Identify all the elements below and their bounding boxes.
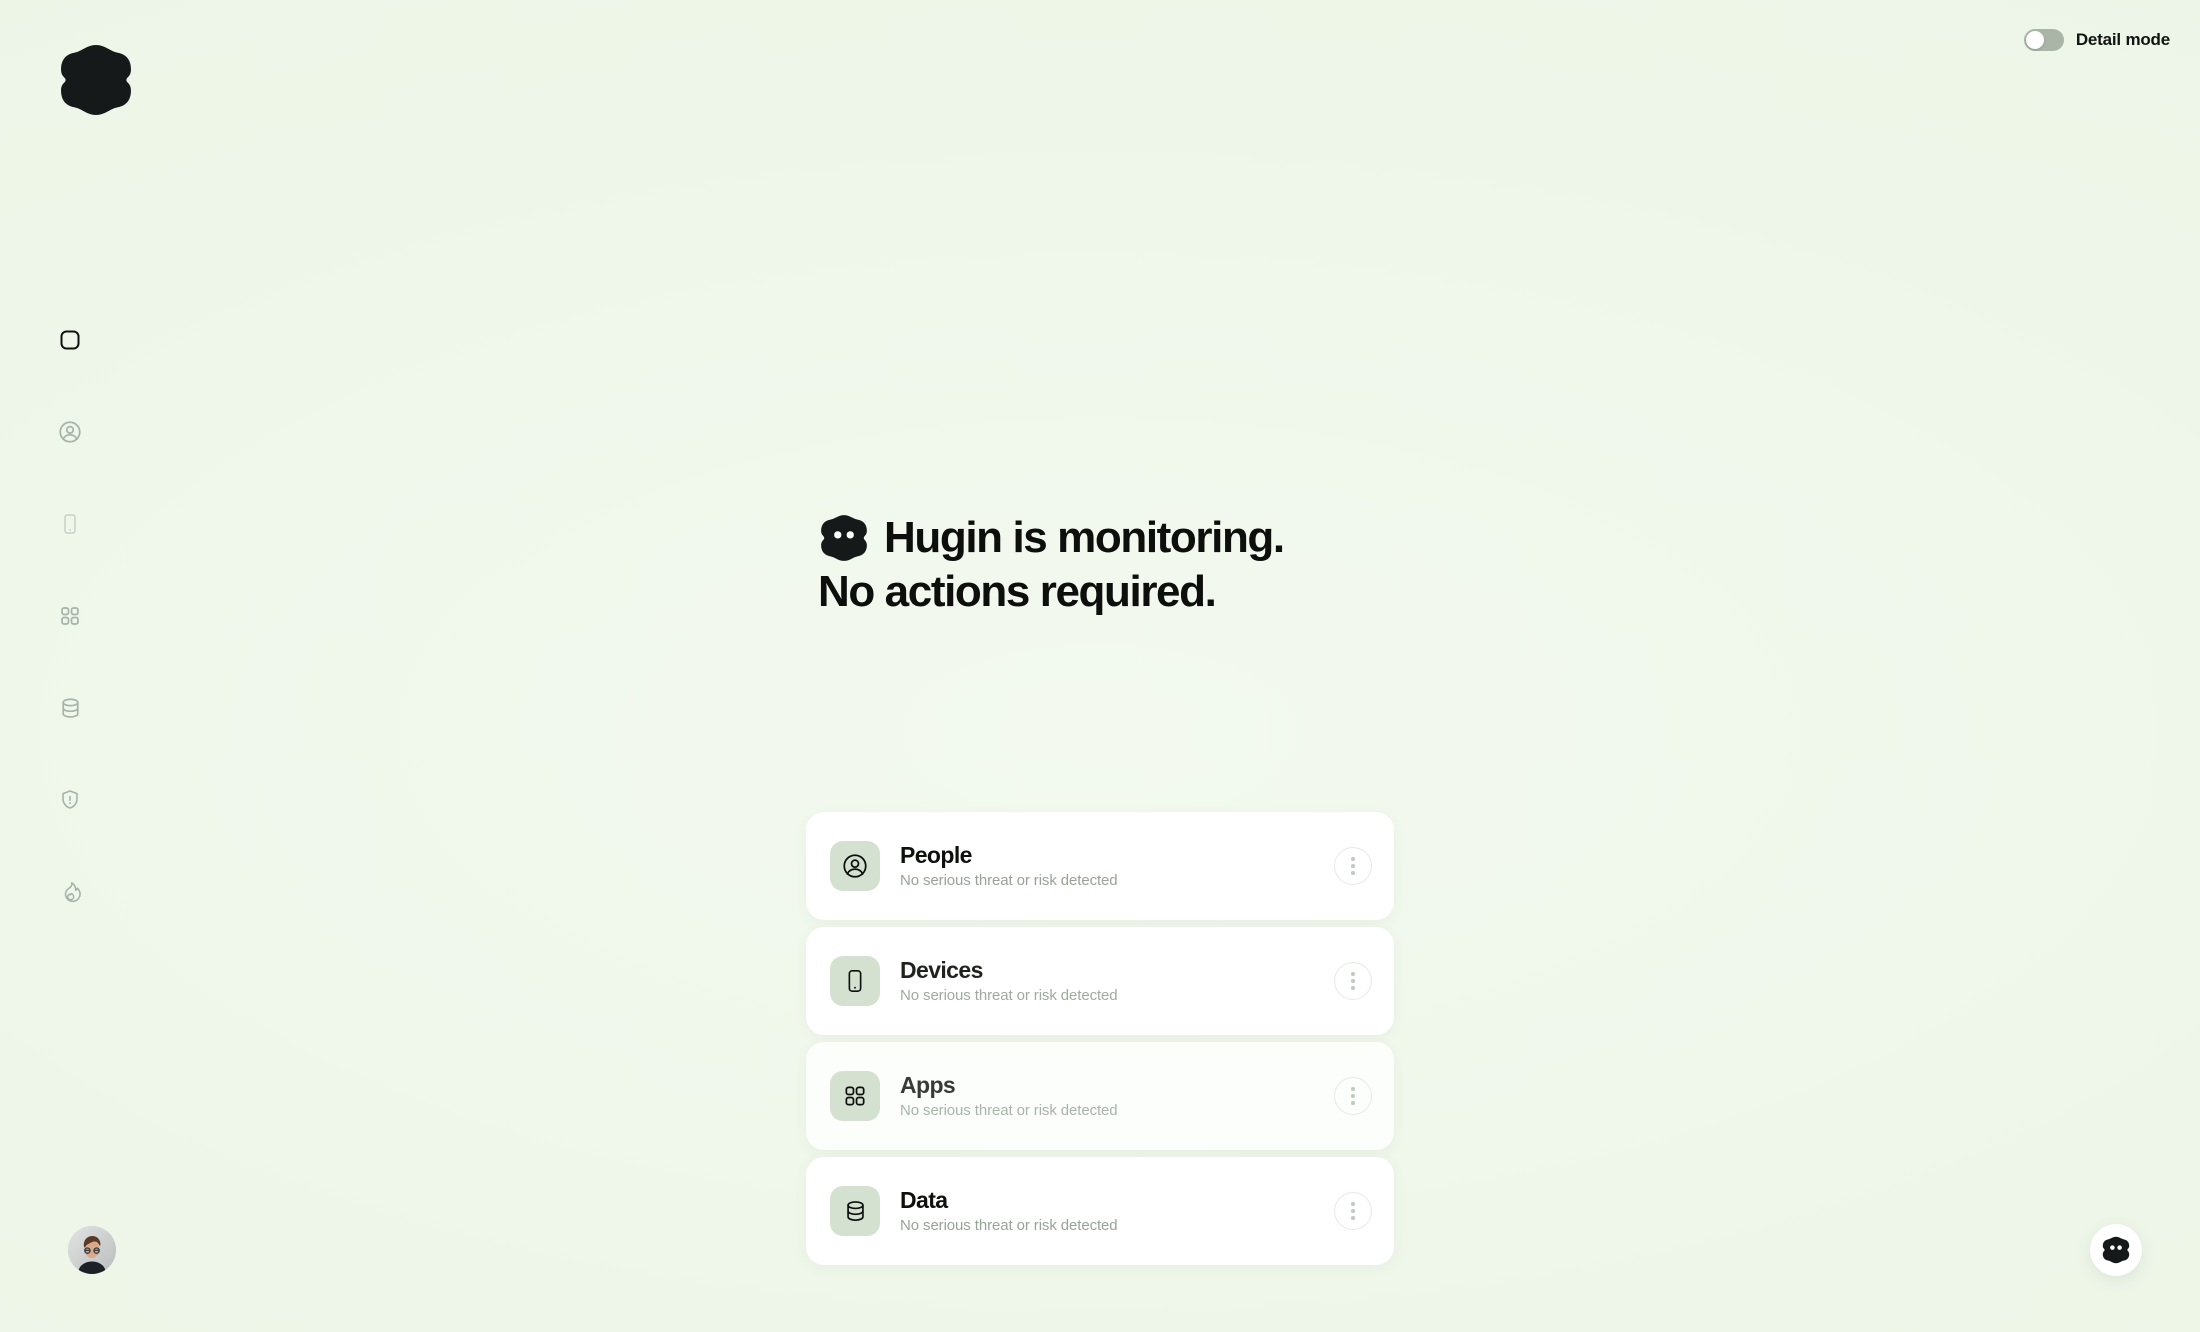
more-vertical-icon[interactable]	[1334, 962, 1372, 1000]
headline-line-2: No actions required.	[818, 567, 1217, 616]
page-title: Hugin is monitoring. No actions required…	[818, 512, 1578, 616]
chat-assistant-button[interactable]	[2090, 1224, 2142, 1276]
sidebar-item-people[interactable]	[48, 410, 92, 454]
card-title: Devices	[900, 957, 983, 984]
sidebar-item-apps[interactable]	[48, 594, 92, 638]
person-circle-icon	[57, 419, 83, 445]
sidebar-item-data[interactable]	[48, 686, 92, 730]
grid-apps-icon	[58, 604, 82, 628]
sidebar-item-devices[interactable]	[48, 502, 92, 546]
status-card-devices[interactable]: Devices No serious threat or risk detect…	[806, 927, 1394, 1035]
flame-icon	[58, 880, 83, 905]
avatar[interactable]	[68, 1226, 116, 1274]
app-root: Detail mode Hugin is monitoring. No acti…	[0, 0, 2200, 1332]
phone-icon	[58, 512, 82, 536]
sidebar-nav	[0, 318, 140, 914]
card-title: Data	[900, 1187, 948, 1214]
headline-line-1: Hugin is monitoring.	[884, 513, 1285, 563]
card-text-block: Apps No serious threat or risk detected	[900, 1072, 1334, 1119]
shield-alert-icon	[58, 788, 82, 812]
rounded-square-icon	[58, 328, 82, 352]
database-icon	[830, 1186, 880, 1236]
person-circle-icon	[830, 841, 880, 891]
card-subtitle: No serious threat or risk detected	[900, 871, 1118, 889]
sidebar	[0, 0, 140, 1332]
card-title: People	[900, 842, 972, 869]
hugin-mascot-icon	[2101, 1235, 2131, 1265]
card-subtitle: No serious threat or risk detected	[900, 1216, 1118, 1234]
more-vertical-icon[interactable]	[1334, 1077, 1372, 1115]
main-content: Hugin is monitoring. No actions required…	[140, 0, 2200, 1332]
card-text-block: People No serious threat or risk detecte…	[900, 842, 1334, 889]
sidebar-item-activity[interactable]	[48, 870, 92, 914]
more-vertical-icon[interactable]	[1334, 1192, 1372, 1230]
hugin-mascot-icon	[818, 512, 870, 564]
status-card-people[interactable]: People No serious threat or risk detecte…	[806, 812, 1394, 920]
card-title: Apps	[900, 1072, 956, 1099]
status-card-list: People No serious threat or risk detecte…	[806, 812, 1394, 1265]
status-card-data[interactable]: Data No serious threat or risk detected	[806, 1157, 1394, 1265]
card-text-block: Devices No serious threat or risk detect…	[900, 957, 1334, 1004]
sidebar-item-security[interactable]	[48, 778, 92, 822]
database-icon	[58, 696, 83, 721]
card-subtitle: No serious threat or risk detected	[900, 986, 1118, 1004]
card-text-block: Data No serious threat or risk detected	[900, 1187, 1334, 1234]
card-subtitle: No serious threat or risk detected	[900, 1101, 1118, 1119]
status-card-apps[interactable]: Apps No serious threat or risk detected	[806, 1042, 1394, 1150]
sidebar-item-home[interactable]	[48, 318, 92, 362]
grid-apps-icon	[830, 1071, 880, 1121]
more-vertical-icon[interactable]	[1334, 847, 1372, 885]
phone-icon	[830, 956, 880, 1006]
